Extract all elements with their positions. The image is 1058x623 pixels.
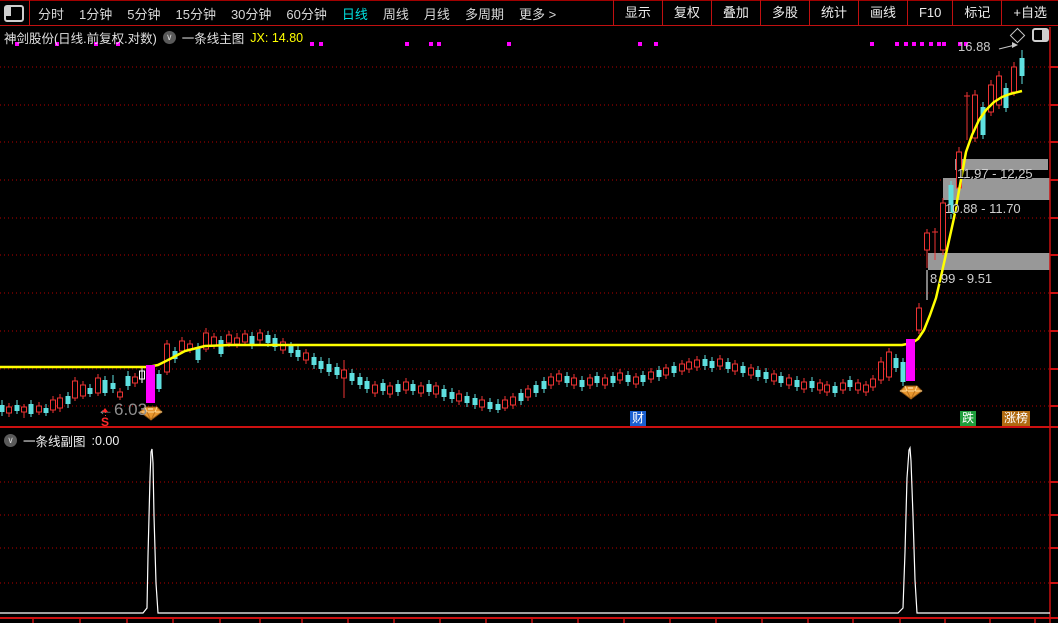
window-layout-icon[interactable] <box>4 4 24 22</box>
action-button-+自选[interactable]: +自选 <box>1001 0 1058 26</box>
action-button-显示[interactable]: 显示 <box>612 0 662 26</box>
peak-price-label: 16.88 <box>958 39 991 54</box>
action-button-F10[interactable]: F10 <box>906 0 952 26</box>
chart-tag-涨榜[interactable]: 涨榜 <box>1002 411 1031 426</box>
action-button-画线[interactable]: 画线 <box>857 0 907 26</box>
action-button-多股[interactable]: 多股 <box>759 0 809 26</box>
action-button-复权[interactable]: 复权 <box>661 0 711 26</box>
sub-chart-title: ∨ 一条线副图 :0.00 <box>4 431 119 450</box>
stock-title: 神剑股份(日线.前复权.对数) <box>4 32 157 46</box>
indicator-value: JX: 14.80 <box>250 30 304 45</box>
sell-signal-marker: S <box>99 408 111 429</box>
period-item-周线[interactable]: 周线 <box>383 4 409 23</box>
period-menu: 分时 1分钟 5分钟 15分钟 30分钟 60分钟 日线 周线 月线 多周期 更多 > <box>38 4 556 23</box>
action-menu: 显示 复权 叠加 多股 统计 画线 F10 标记 +自选 <box>612 0 1058 26</box>
toolbar-divider <box>29 0 30 26</box>
chart-tag-财[interactable]: 财 <box>630 411 647 426</box>
sub-indicator-name: 一条线副图 <box>23 435 86 449</box>
sell-marker-letter: S <box>100 415 109 429</box>
action-button-叠加[interactable]: 叠加 <box>710 0 760 26</box>
indicator-name: 一条线主图 <box>181 32 245 46</box>
period-item-更多 >[interactable]: 更多 > <box>519 4 556 23</box>
chart-tag-跌[interactable]: 跌 <box>960 411 977 426</box>
toolbar: 分时 1分钟 5分钟 15分钟 30分钟 60分钟 日线 周线 月线 多周期 更多 > 显示 复权 叠加… <box>0 0 1058 26</box>
period-item-多周期[interactable]: 多周期 <box>465 4 504 23</box>
period-item-30分钟[interactable]: 30分钟 <box>231 4 271 23</box>
period-item-1分钟[interactable]: 1分钟 <box>79 4 112 23</box>
sub-indicator-value: :0.00 <box>91 433 120 448</box>
panel-toggle-icon[interactable] <box>1032 28 1049 42</box>
period-item-分时[interactable]: 分时 <box>38 4 64 23</box>
diamond-marker-icon[interactable] <box>1009 27 1026 43</box>
period-item-5分钟[interactable]: 5分钟 <box>127 4 160 23</box>
gap-band-label-1: 10.88 - 11.70 <box>945 201 1021 216</box>
period-item-15分钟[interactable]: 15分钟 <box>175 4 215 23</box>
corner-icons <box>1009 27 1049 43</box>
collapse-chevron-icon[interactable]: ∨ <box>162 31 176 44</box>
main-chart-title: 神剑股份(日线.前复权.对数) ∨ 一条线主图 JX: 14.80 <box>4 28 303 47</box>
gap-band-label-2: 8.99 - 9.51 <box>930 271 993 286</box>
sub-collapse-chevron-icon[interactable]: ∨ <box>4 434 17 447</box>
period-item-日线[interactable]: 日线 <box>342 4 368 23</box>
chart-canvas[interactable] <box>0 27 1058 623</box>
trading-app-window: 分时 1分钟 5分钟 15分钟 30分钟 60分钟 日线 周线 月线 多周期 更多 > 显示 复权 叠加… <box>0 0 1058 623</box>
action-button-统计[interactable]: 统计 <box>808 0 858 26</box>
action-button-标记[interactable]: 标记 <box>952 0 1001 26</box>
period-item-月线[interactable]: 月线 <box>424 4 450 23</box>
gap-band-label-0: 11.97 - 12.25 <box>957 166 1033 181</box>
period-item-60分钟[interactable]: 60分钟 <box>286 4 326 23</box>
